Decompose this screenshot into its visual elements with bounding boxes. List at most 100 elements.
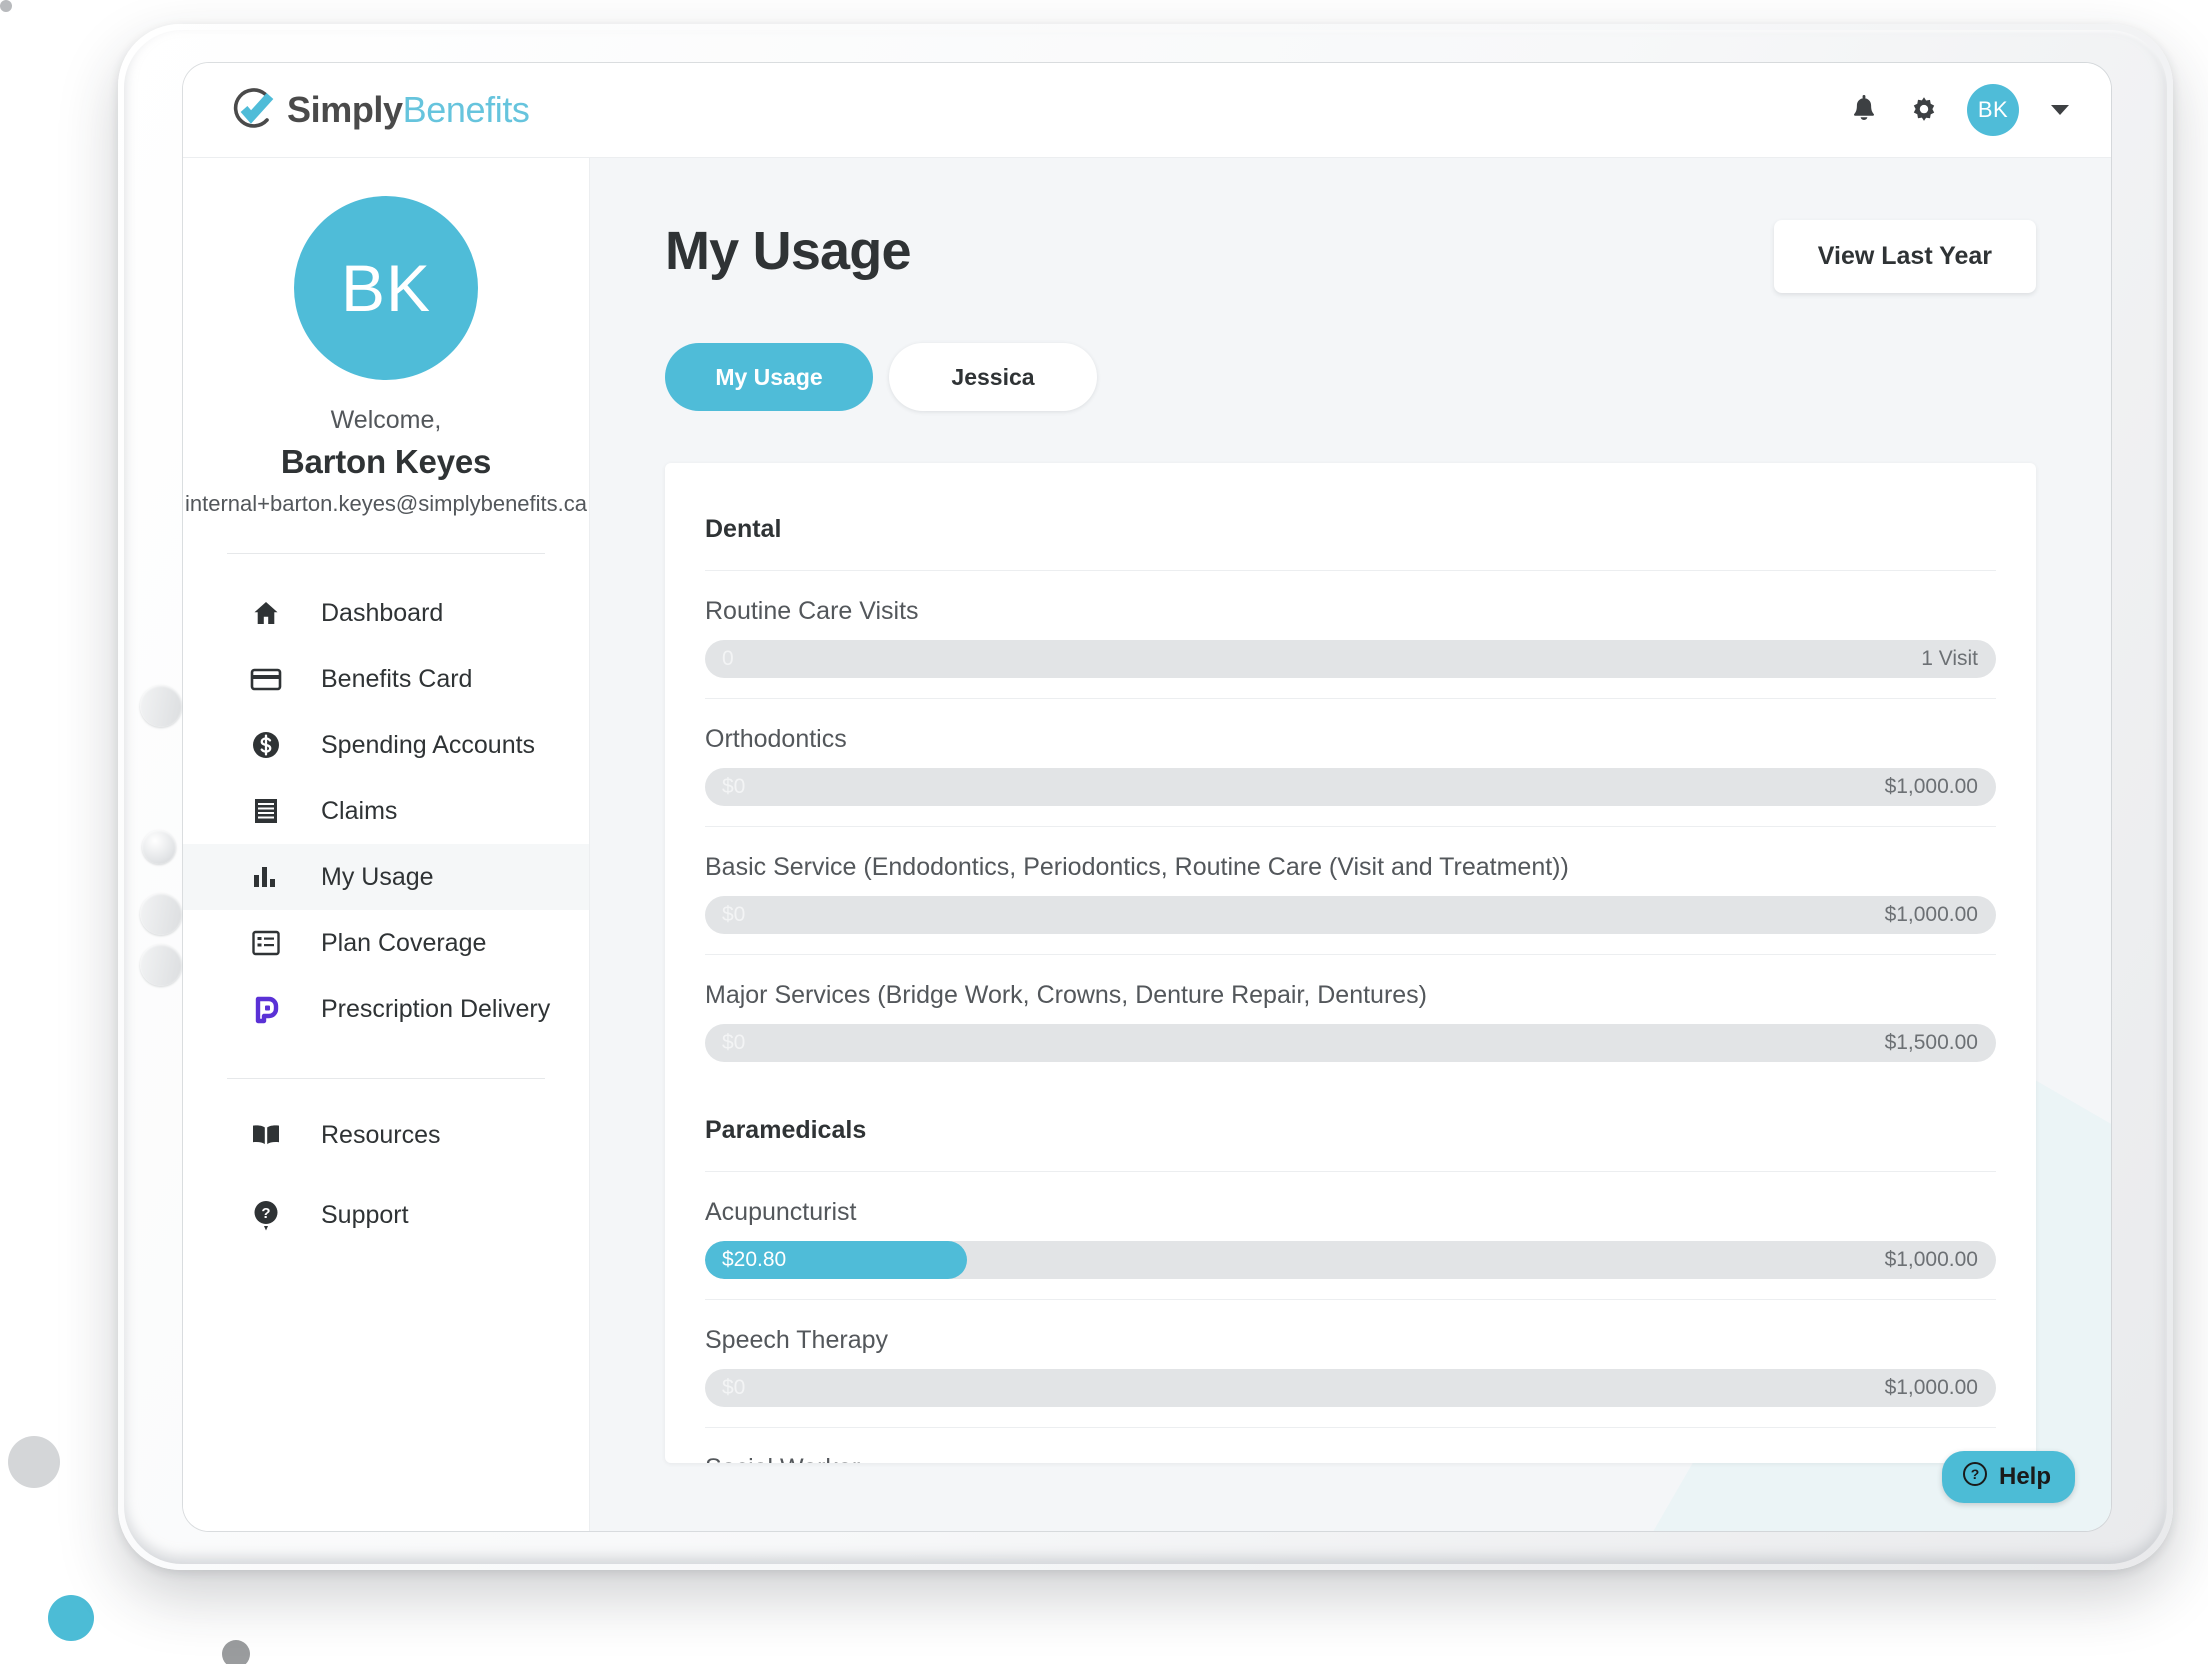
- main-content: My Usage View Last Year My Usage Jessica…: [590, 158, 2111, 1531]
- brand-logo[interactable]: SimplyBenefits: [231, 87, 530, 133]
- usage-used-value: $0: [722, 775, 746, 798]
- device-microphone-hole: [0, 0, 12, 12]
- usage-tabs: My Usage Jessica: [665, 343, 2036, 411]
- usage-row-label: Acupuncturist: [705, 1198, 857, 1226]
- tab-jessica[interactable]: Jessica: [889, 343, 1097, 411]
- usage-progress-bar: $0 $1,500.00: [705, 1024, 1996, 1062]
- device-volume-up-button[interactable]: [140, 685, 182, 727]
- sidebar-item-prescription-delivery[interactable]: Prescription Delivery: [183, 976, 589, 1042]
- usage-progress-bar: $20.80 $1,000.00: [705, 1241, 1996, 1279]
- brand-benefits-text: Benefits: [402, 89, 530, 130]
- sidebar-item-claims[interactable]: Claims: [183, 778, 589, 844]
- usage-used-value: $20.80: [722, 1248, 787, 1271]
- user-name: Barton Keyes: [280, 443, 492, 480]
- device-power-button[interactable]: [142, 830, 176, 864]
- user-email: internal+barton.keyes@simplybenefits.ca: [184, 491, 588, 516]
- sidebar-item-label: My Usage: [321, 862, 434, 891]
- screenshot-stage: SimplyBenefits BK BK Welcome, Barton Key…: [0, 0, 2208, 1664]
- usage-row-label: Major Services (Bridge Work, Crowns, Den…: [705, 981, 1428, 1009]
- device-volume-down-button[interactable]: [140, 893, 182, 935]
- view-last-year-button[interactable]: View Last Year: [1773, 220, 2036, 293]
- open-book-icon: [249, 1122, 283, 1148]
- usage-max-value: $1,000.00: [1884, 775, 1978, 798]
- page-title: My Usage: [665, 221, 912, 281]
- usage-max-value: 1 Visit: [1921, 647, 1978, 670]
- usage-row: Major Services (Bridge Work, Crowns, Den…: [705, 954, 1996, 1082]
- question-circle-icon: ?: [249, 1199, 283, 1231]
- usage-sections: Dental Routine Care Visits 0 1 Visit Orthodo…: [705, 515, 1996, 1463]
- credit-card-icon: [249, 664, 283, 694]
- list-details-icon: [249, 929, 283, 957]
- usage-used-value: $0: [722, 903, 746, 926]
- page-header: My Usage View Last Year: [665, 220, 2036, 293]
- brand-wordmark: SimplyBenefits: [287, 89, 530, 131]
- bell-icon[interactable]: [1847, 93, 1881, 127]
- header-actions: BK: [1847, 84, 2069, 136]
- tab-my-usage[interactable]: My Usage: [665, 343, 873, 411]
- sidebar-item-dashboard[interactable]: Dashboard: [183, 580, 589, 646]
- usage-section-title: Paramedicals: [705, 1116, 867, 1144]
- sidebar-item-benefits-card[interactable]: Benefits Card: [183, 646, 589, 712]
- help-button-label: Help: [1998, 1463, 2051, 1490]
- app-header: SimplyBenefits BK: [183, 63, 2111, 158]
- svg-text:?: ?: [1971, 1466, 1980, 1482]
- sidebar-item-my-usage[interactable]: My Usage: [183, 844, 589, 910]
- decorative-dot-grey-large: [8, 1436, 60, 1488]
- sidebar-item-label: Benefits Card: [321, 664, 473, 693]
- welcome-label: Welcome,: [330, 406, 442, 434]
- usage-max-value: $1,500.00: [1884, 1031, 1978, 1054]
- sidebar-item-label: Resources: [321, 1120, 441, 1149]
- sidebar-item-resources[interactable]: Resources: [183, 1095, 589, 1175]
- sidebar-item-label: Support: [321, 1200, 409, 1229]
- usage-progress-bar: 0 1 Visit: [705, 640, 1996, 678]
- usage-max-value: $1,000.00: [1884, 1376, 1978, 1399]
- sidebar-item-label: Plan Coverage: [321, 928, 487, 957]
- brand-simply-text: Simply: [287, 89, 403, 130]
- svg-text:?: ?: [261, 1205, 270, 1222]
- app-screen: SimplyBenefits BK BK Welcome, Barton Key…: [183, 63, 2111, 1531]
- usage-row-label: Routine Care Visits: [705, 597, 919, 625]
- usage-row: Routine Care Visits 0 1 Visit: [705, 570, 1996, 698]
- usage-row: Social Worker$0$1,000.00: [705, 1427, 1996, 1463]
- sidebar: BK Welcome, Barton Keyes internal+barton…: [183, 158, 590, 1531]
- usage-progress-bar: $0 $1,000.00: [705, 1369, 1996, 1407]
- usage-row-label: Basic Service (Endodontics, Periodontics…: [705, 853, 1569, 881]
- sidebar-item-label: Prescription Delivery: [321, 994, 551, 1023]
- usage-row: Basic Service (Endodontics, Periodontics…: [705, 826, 1996, 954]
- sidebar-nav-secondary: Resources ? Support: [183, 1095, 589, 1255]
- pillway-p-icon: [249, 993, 283, 1025]
- sidebar-divider-bottom: [227, 1078, 545, 1079]
- avatar[interactable]: BK: [1967, 84, 2019, 136]
- receipt-icon: [249, 796, 283, 826]
- usage-used-value: 0: [722, 647, 734, 670]
- usage-row-label: Social Worker: [705, 1454, 1996, 1463]
- usage-row-label: Orthodontics: [705, 725, 847, 753]
- question-circle-icon: ?: [1962, 1461, 1988, 1494]
- chevron-down-icon[interactable]: [2051, 105, 2069, 115]
- device-side-button[interactable]: [140, 944, 182, 986]
- sidebar-nav-primary: Dashboard Benefits Card Spending Account…: [183, 580, 589, 1042]
- sidebar-item-label: Dashboard: [321, 598, 444, 627]
- gear-icon[interactable]: [1907, 93, 1941, 127]
- usage-max-value: $1,000.00: [1884, 903, 1978, 926]
- help-button[interactable]: ? Help: [1941, 1451, 2075, 1503]
- usage-row: Orthodontics $0 $1,000.00: [705, 698, 1996, 826]
- usage-used-value: $0: [722, 1031, 746, 1054]
- usage-used-value: $0: [722, 1376, 746, 1399]
- usage-row-label: Speech Therapy: [705, 1326, 888, 1354]
- sidebar-item-label: Spending Accounts: [321, 730, 536, 759]
- home-icon: [249, 598, 283, 628]
- sidebar-item-support[interactable]: ? Support: [183, 1175, 589, 1255]
- sidebar-item-plan-coverage[interactable]: Plan Coverage: [183, 910, 589, 976]
- usage-progress-bar: $0 $1,000.00: [705, 768, 1996, 806]
- sidebar-item-label: Claims: [321, 796, 398, 825]
- dollar-coin-icon: [249, 730, 283, 760]
- usage-section-title: Dental: [705, 515, 782, 543]
- checkmark-swoosh-logo-icon: [231, 87, 277, 133]
- bar-chart-icon: [249, 863, 283, 891]
- decorative-dot-grey-small: [222, 1640, 250, 1664]
- usage-row: Acupuncturist $20.80 $1,000.00: [705, 1171, 1996, 1299]
- sidebar-item-spending-accounts[interactable]: Spending Accounts: [183, 712, 589, 778]
- usage-card: Dental Routine Care Visits 0 1 Visit Orthodo…: [665, 463, 2036, 1463]
- sidebar-avatar: BK: [294, 196, 478, 380]
